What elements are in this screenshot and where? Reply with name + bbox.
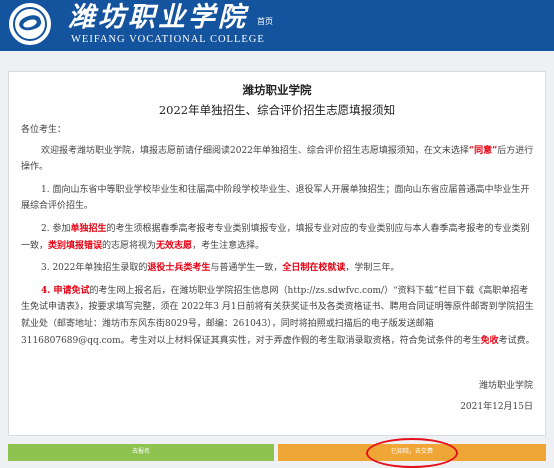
site-header: 潍坊职业学院 WEIFANG VOCATIONAL COLLEGE 首页 [0, 0, 554, 51]
confirm-pay-button[interactable]: 已知晓，去交费 [278, 444, 546, 461]
item-4: 4. 申请免试的考生网上报名后，在潍坊职业学院招生信息网（http://zs.s… [21, 285, 535, 346]
notice-card: 潍坊职业学院 2022年单独招生、综合评价招生志愿填报须知 各位考生： 欢迎报考… [8, 71, 546, 436]
signature-date: 2021年12月15日 [460, 402, 533, 412]
college-logo-icon [9, 3, 51, 45]
intro-paragraph: 欢迎报考潍坊职业学院，填报志愿前请仔细阅读2022年单独招生、综合评价招生志愿填… [21, 145, 534, 173]
notice-title: 2022年单独招生、综合评价招生志愿填报须知 [158, 103, 396, 117]
agree-emphasis: “同意” [468, 145, 498, 156]
item-2: 2. 参加单独招生的考生须根据春季高考报考专业类别填报专业，填报专业对应的专业类… [21, 223, 530, 251]
salutation: 各位考生： [21, 125, 67, 135]
go-register-button[interactable]: 去报名 [8, 444, 274, 461]
signature: 潍坊职业学院 [478, 381, 533, 391]
brand-name-cn: 潍坊职业学院 [68, 2, 248, 33]
item-3: 3. 2022年单独招生录取的退役士兵类考生与普通学生一致，全日制在校就读，学制… [41, 263, 400, 274]
brand-name-en: WEIFANG VOCATIONAL COLLEGE [71, 34, 265, 45]
school-title: 潍坊职业学院 [242, 83, 312, 97]
home-link[interactable]: 首页 [257, 16, 273, 27]
notice-body: 各位考生： 欢迎报考潍坊职业学院，填报志愿前请仔细阅读2022年单独招生、综合评… [21, 122, 536, 349]
signature-block: 潍坊职业学院 2021年12月15日 [460, 376, 533, 418]
item-1: 1. 面向山东省中等职业学校毕业生和往届高中阶段学校毕业生、退役军人开展单独招生… [21, 184, 530, 212]
action-bar: 去报名 已知晓，去交费 [8, 444, 546, 461]
